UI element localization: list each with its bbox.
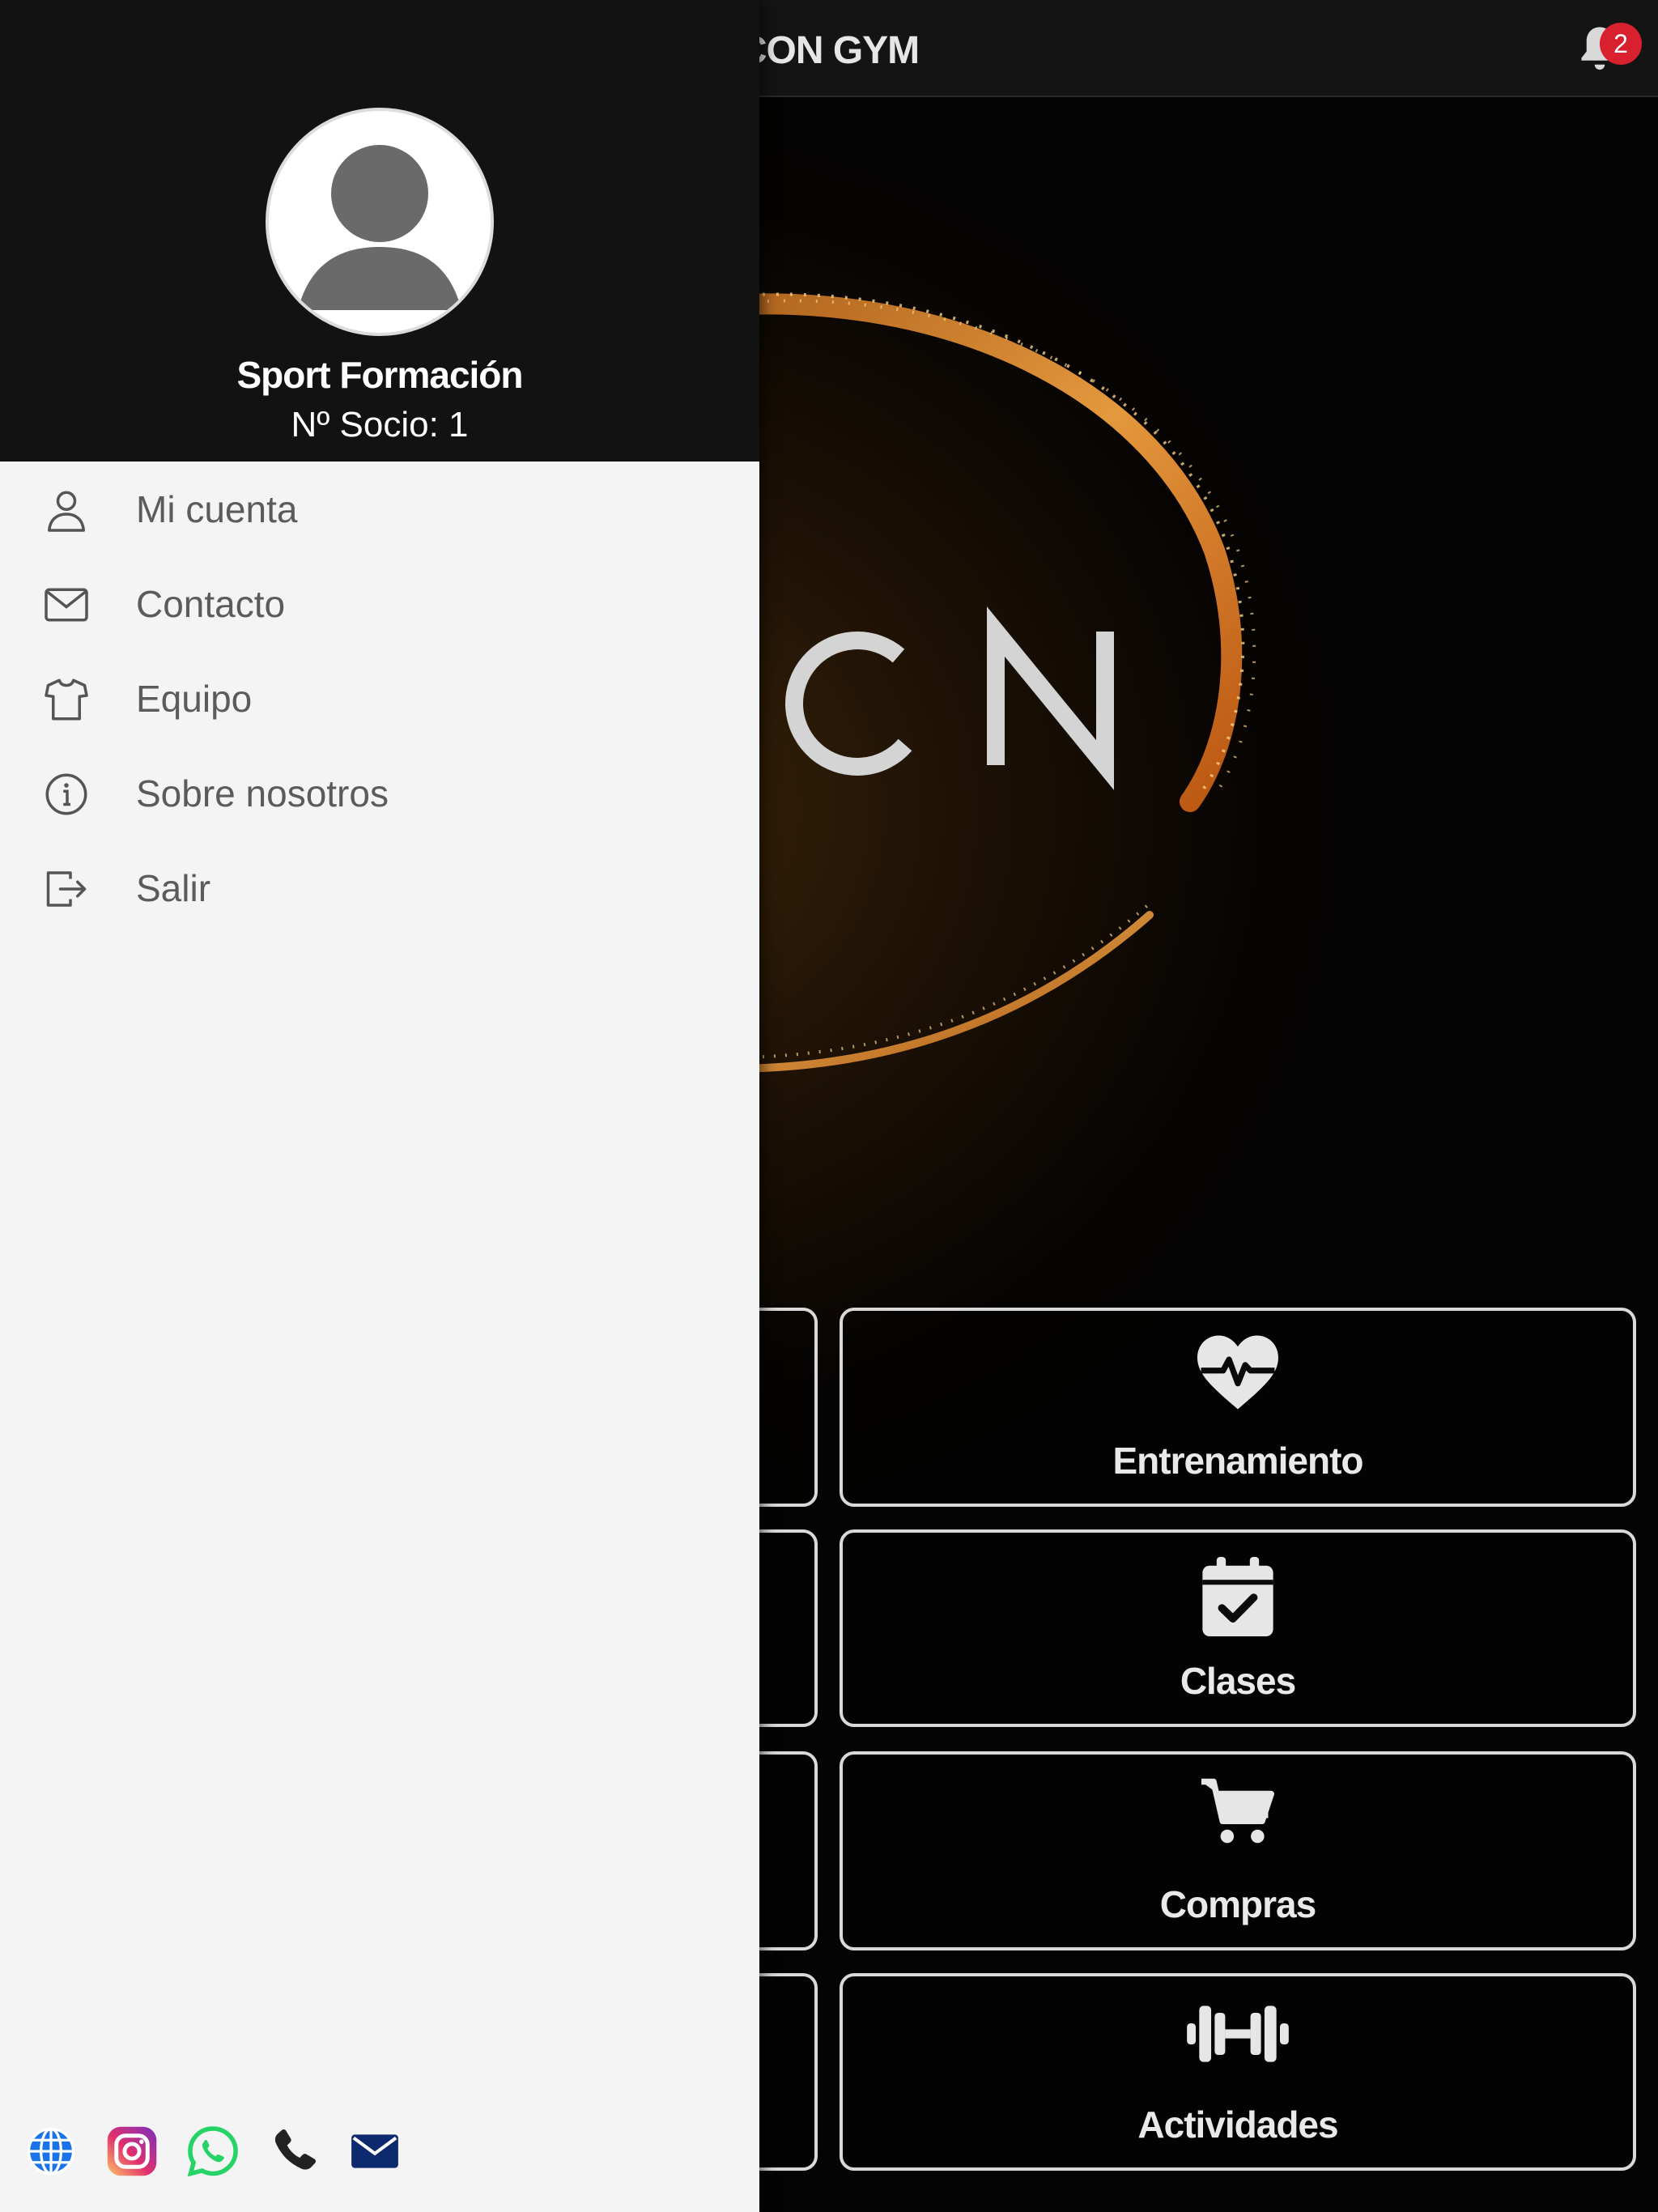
menu-item-label: Equipo	[136, 678, 253, 720]
menu-item-equipo[interactable]: Equipo	[0, 651, 759, 746]
social-links	[24, 2125, 753, 2181]
menu-item-sobre-nosotros[interactable]: Sobre nosotros	[0, 746, 759, 840]
menu-item-label: Contacto	[136, 583, 286, 625]
calendar-check-icon	[843, 1554, 1633, 1643]
tile-clases[interactable]: Clases	[840, 1529, 1636, 1727]
mail-icon	[351, 2134, 398, 2168]
tile-entrenamiento[interactable]: Entrenamiento	[840, 1308, 1636, 1507]
instagram-icon	[107, 2126, 157, 2176]
user-name: Sport Formación	[236, 354, 523, 396]
whatsapp-link[interactable]	[186, 2125, 240, 2178]
shopping-cart-icon	[843, 1776, 1633, 1865]
menu-item-contacto[interactable]: Contacto	[0, 556, 759, 651]
app-root: CON GYM 2 Entrenamiento Clases Compras A…	[0, 0, 1658, 2212]
phone-link[interactable]	[267, 2125, 321, 2178]
logo-ring	[686, 292, 1256, 1073]
avatar[interactable]	[266, 108, 494, 336]
user-icon	[42, 486, 91, 534]
whatsapp-icon	[187, 2126, 238, 2177]
drawer-menu: Mi cuenta Contacto Equipo Sobre nosotros	[0, 462, 759, 935]
menu-item-label: Sobre nosotros	[136, 772, 389, 815]
menu-item-mi-cuenta[interactable]: Mi cuenta	[0, 462, 759, 556]
envelope-icon	[42, 581, 91, 629]
globe-icon	[27, 2127, 75, 2176]
tile-label: Entrenamiento	[1112, 1440, 1363, 1482]
tile-label: Clases	[1180, 1660, 1296, 1702]
dumbbell-icon	[843, 1997, 1633, 2087]
phone-icon	[274, 2129, 317, 2170]
tile-compras[interactable]: Compras	[840, 1751, 1636, 1950]
member-number: Nº Socio: 1	[291, 405, 469, 445]
instagram-link[interactable]	[105, 2125, 159, 2178]
notification-badge: 2	[1600, 23, 1642, 65]
info-icon	[42, 770, 91, 819]
user-avatar-icon	[298, 145, 461, 310]
website-link[interactable]	[24, 2125, 78, 2178]
menu-item-label: Salir	[136, 867, 211, 909]
logo-letters	[785, 606, 1114, 790]
tile-actividades[interactable]: Actividades	[840, 1973, 1636, 2171]
heart-pulse-icon	[843, 1332, 1633, 1421]
tile-label: Compras	[1159, 1883, 1316, 1925]
tile-label: Actividades	[1137, 2104, 1338, 2146]
navigation-drawer: Sport Formación Nº Socio: 1 Mi cuenta Co…	[0, 0, 759, 2212]
menu-item-label: Mi cuenta	[136, 488, 298, 530]
tshirt-icon	[42, 675, 91, 724]
email-link[interactable]	[348, 2125, 402, 2178]
menu-item-salir[interactable]: Salir	[0, 840, 759, 935]
notifications-button[interactable]: 2	[1572, 18, 1642, 79]
drawer-header: Sport Formación Nº Socio: 1	[0, 0, 759, 462]
logout-icon	[42, 865, 91, 913]
